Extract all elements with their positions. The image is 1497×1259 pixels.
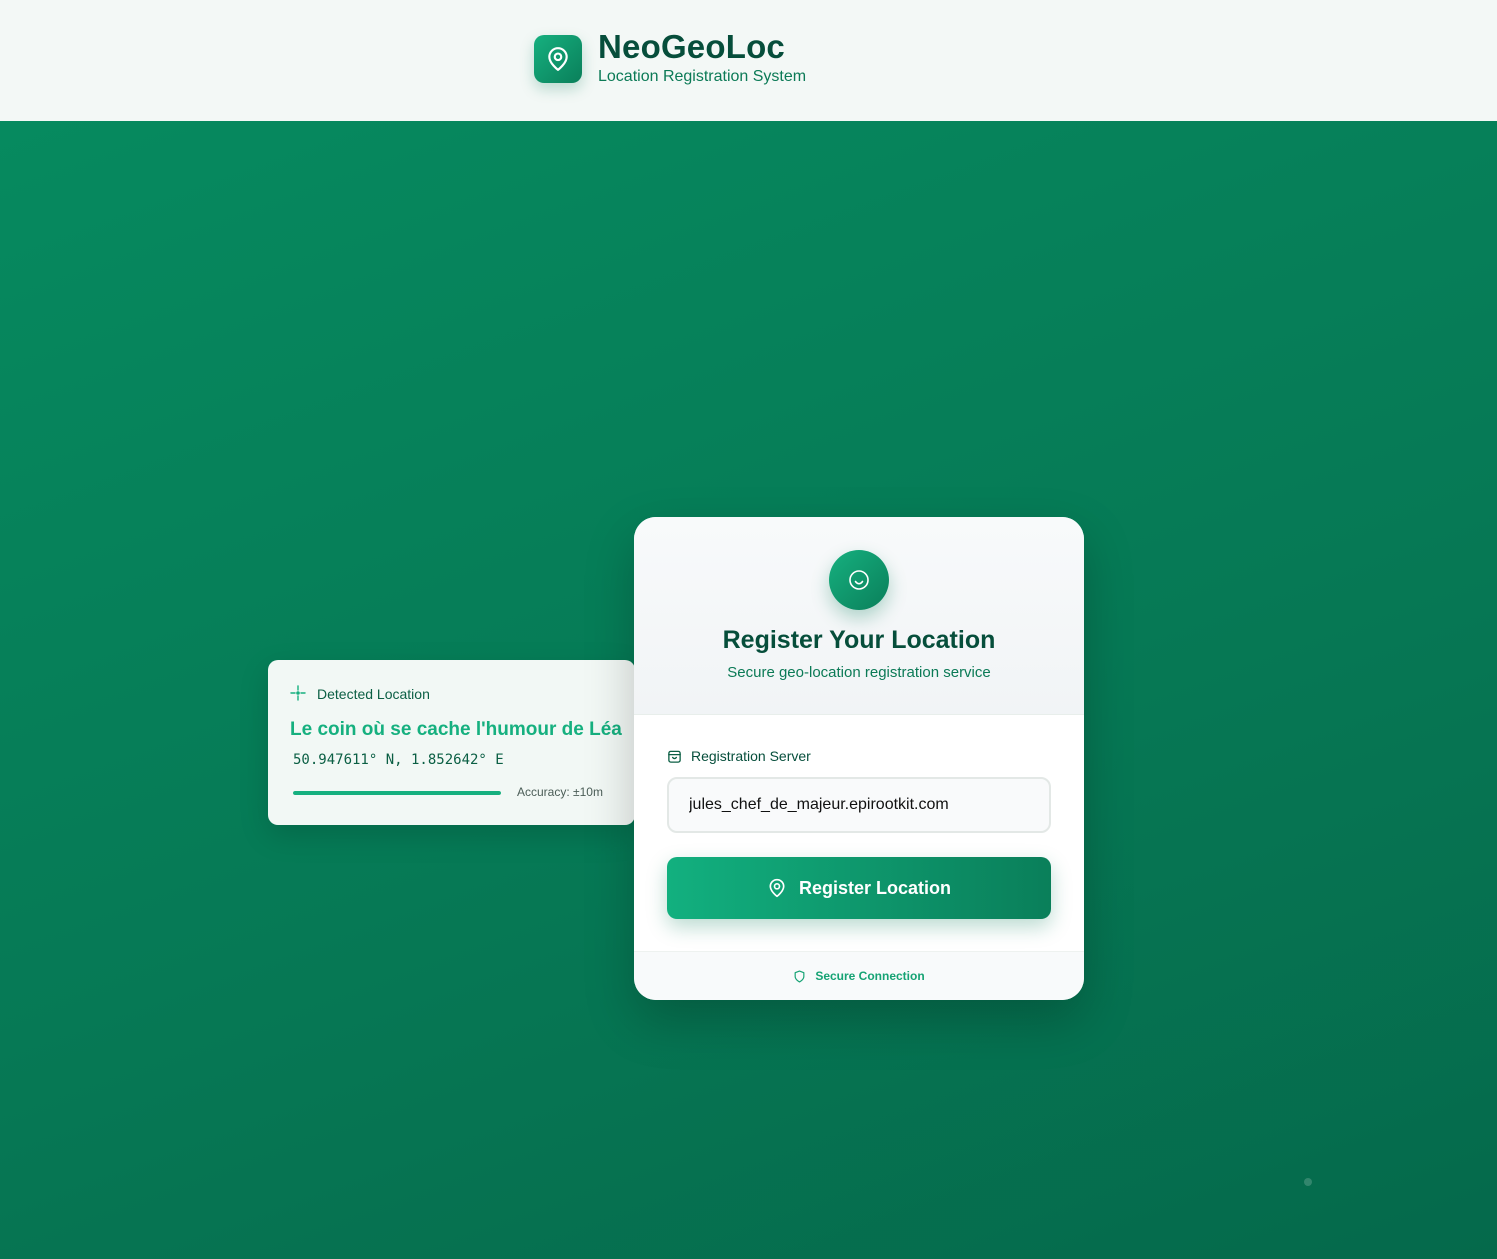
secure-connection-label: Secure Connection: [815, 969, 925, 983]
brand-subtitle: Location Registration System: [598, 68, 807, 85]
location-name: Le coin où se cache l'humour de Léa: [290, 719, 622, 740]
avatar: [829, 550, 889, 610]
map-pin-icon: [548, 47, 568, 71]
server-input[interactable]: [667, 777, 1051, 833]
accuracy-text: Accuracy: ±10m: [517, 785, 603, 799]
brand-title: NeoGeoLoc: [598, 28, 785, 65]
app-header: NeoGeoLoc Location Registration System: [0, 0, 1497, 121]
logo: [534, 35, 582, 83]
server-icon: [668, 750, 681, 763]
register-location-button[interactable]: Register Location: [667, 857, 1051, 919]
server-field-label: Registration Server: [667, 747, 811, 765]
register-subtitle: Secure geo-location registration service: [727, 664, 991, 681]
crosshair-icon: [290, 685, 306, 701]
smile-icon: [849, 570, 869, 590]
location-coordinates: 50.947611° N, 1.852642° E: [293, 752, 504, 768]
secure-connection-footer: Secure Connection: [634, 951, 1084, 1000]
register-button-label: Register Location: [798, 877, 952, 898]
accuracy-bar: [293, 791, 501, 795]
detected-location-label: Detected Location: [317, 686, 430, 702]
detected-location-card: Detected Location Le coin où se cache l'…: [268, 660, 635, 825]
register-card: Register Your Location Secure geo-locati…: [634, 517, 1084, 1000]
map-pin-icon: [769, 878, 785, 898]
server-field-label-text: Registration Server: [691, 748, 811, 764]
accuracy-bar-fill: [293, 791, 501, 795]
register-title: Register Your Location: [722, 626, 996, 654]
shield-icon: [794, 969, 805, 983]
register-card-header: Register Your Location Secure geo-locati…: [634, 517, 1084, 715]
decorative-dot: [1304, 1178, 1312, 1186]
